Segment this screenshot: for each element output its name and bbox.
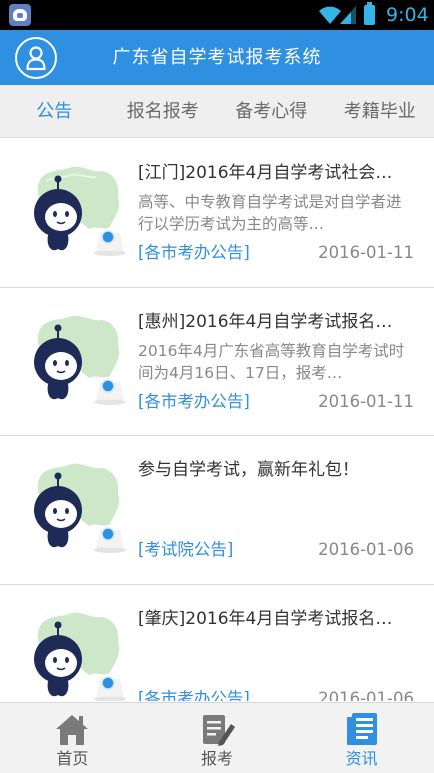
user-icon	[26, 46, 46, 71]
article-summary: 高等、中专教育自学考试是对自学者进行以学历考试为主的高等…	[138, 193, 402, 233]
nav-home[interactable]: 首页	[0, 703, 145, 773]
article-summary: 2016年4月广东省高等教育自学考试时间为4月16日、17日，报考…	[138, 341, 405, 382]
tab-graduation[interactable]: 考籍毕业	[326, 85, 434, 137]
article-category: [各市考办公告]	[138, 243, 250, 262]
user-avatar-button[interactable]	[15, 37, 57, 79]
list-item[interactable]: [肇庆]2016年4月自学考试报名… [各市考办公告] 2016-01-06	[0, 585, 434, 702]
list-item[interactable]: [江门]2016年4月自学考试社会… 高等、中专教育自学考试是对自学者进行以学历…	[0, 139, 434, 288]
article-title: 参与自学考试，赢新年礼包！	[138, 460, 359, 480]
status-time: 9:04	[386, 4, 429, 26]
article-title: [肇庆]2016年4月自学考试报名…	[138, 608, 393, 629]
app-header: 广东省自学考试报考系统	[0, 30, 434, 85]
home-icon	[56, 715, 89, 745]
article-date: 2016-01-11	[318, 391, 414, 411]
app-screen: 9:04 广东省自学考试报考系统 公告 报名报考 备考心得 考籍毕业 [江门]2…	[0, 0, 434, 773]
status-bar: 9:04	[0, 0, 434, 30]
nav-news-label: 资讯	[345, 749, 378, 768]
nav-home-label: 首页	[56, 749, 89, 768]
list-item[interactable]: 参与自学考试，赢新年礼包！ [考试院公告] 2016-01-06	[0, 436, 434, 585]
mascot-thumbnail	[34, 166, 126, 256]
article-title: [江门]2016年4月自学考试社会…	[138, 163, 393, 183]
tab-announcements[interactable]: 公告	[0, 85, 109, 137]
mascot-thumbnail	[34, 315, 126, 405]
mascot-thumbnail	[34, 463, 126, 553]
article-date: 2016-01-06	[318, 540, 414, 559]
list-item[interactable]: [惠州]2016年4月自学考试报名… 2016年4月广东省高等教育自学考试时间为…	[0, 288, 434, 436]
article-title: [惠州]2016年4月自学考试报名…	[138, 311, 393, 332]
article-category: [考试院公告]	[138, 540, 234, 559]
article-category: [各市考办公告]	[138, 688, 250, 702]
battery-icon	[364, 2, 375, 25]
page-title: 广东省自学考试报考系统	[112, 47, 322, 68]
nav-register-label: 报考	[201, 749, 234, 768]
tab-study-tips[interactable]: 备考心得	[217, 85, 326, 137]
baidu-app-icon	[9, 4, 31, 26]
news-icon	[346, 713, 377, 745]
signal-icon	[340, 6, 356, 24]
mascot-thumbnail	[34, 612, 126, 701]
category-tabs: 公告 报名报考 备考心得 考籍毕业	[0, 85, 434, 138]
tab-registration[interactable]: 报名报考	[109, 85, 218, 137]
nav-register[interactable]: 报考	[145, 703, 290, 773]
article-date: 2016-01-11	[318, 243, 414, 262]
bottom-navigation: 首页 报考 资讯	[0, 702, 434, 773]
news-list: [江门]2016年4月自学考试社会… 高等、中专教育自学考试是对自学者进行以学历…	[0, 139, 434, 701]
article-category: [各市考办公告]	[138, 391, 250, 411]
article-date: 2016-01-06	[318, 688, 414, 702]
wifi-icon	[319, 6, 341, 24]
edit-icon	[203, 715, 235, 746]
nav-news[interactable]: 资讯	[289, 703, 434, 773]
